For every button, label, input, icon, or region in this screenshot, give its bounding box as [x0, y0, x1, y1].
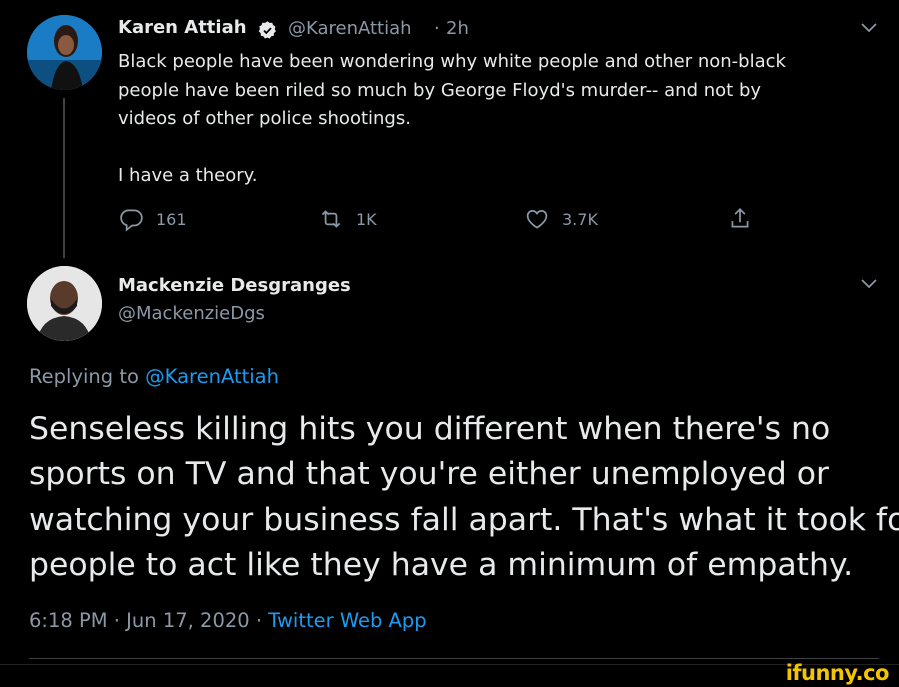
thread-connector — [63, 98, 65, 258]
reply-handle[interactable]: @MackenzieDgs — [118, 303, 265, 324]
ifunny-watermark-logo: ifunny.co — [785, 661, 890, 685]
chevron-down-icon[interactable] — [860, 22, 878, 34]
reply-action[interactable]: 161 — [118, 206, 187, 232]
mackenzie-avatar[interactable] — [27, 266, 102, 341]
retweet-icon — [321, 210, 341, 228]
share-icon — [731, 208, 749, 228]
reply-author-name[interactable]: Mackenzie Desgranges — [118, 275, 351, 296]
tweet-thread: Karen Attiah @KarenAttiah · 2h Black peo… — [0, 0, 899, 664]
like-action[interactable]: 3.7K — [524, 206, 598, 232]
replying-to-link[interactable]: @KarenAttiah — [145, 365, 279, 388]
reply-count: 161 — [156, 209, 187, 229]
heart-icon — [526, 210, 548, 229]
portrait-icon — [27, 15, 102, 90]
karen-avatar[interactable] — [27, 15, 102, 90]
tweet-text: Black people have been wondering why whi… — [118, 48, 786, 191]
share-action[interactable] — [727, 206, 753, 232]
reply-text-line: people to act like they have a minimum o… — [29, 547, 854, 584]
reply-text: Senseless killing hits you different whe… — [29, 407, 899, 589]
reply-text-line: sports on TV and that you're either unem… — [29, 456, 829, 493]
reply-source-link[interactable]: Twitter Web App — [268, 609, 426, 632]
tweet-text-line: Black people have been wondering why whi… — [118, 51, 786, 72]
reply-text-line: watching your business fall apart. That'… — [29, 501, 899, 538]
reply-icon — [120, 209, 143, 232]
tweet-text-line: videos of other police shootings. — [118, 108, 411, 129]
like-count: 3.7K — [562, 209, 598, 229]
retweet-count: 1K — [356, 209, 377, 229]
tweet-author-name[interactable]: Karen Attiah — [118, 17, 247, 38]
portrait-icon — [27, 266, 102, 341]
tweet-text-line: I have a theory. — [118, 165, 258, 186]
tweet-separator: · — [434, 18, 440, 39]
replying-to-prefix: Replying to — [29, 365, 139, 388]
tweet-text-line: people have been riled so much by George… — [118, 79, 762, 101]
verified-badge-icon — [258, 21, 276, 39]
retweet-action[interactable]: 1K — [318, 206, 377, 232]
tweet-time[interactable]: 2h — [446, 18, 469, 39]
tweet-text-line — [118, 134, 786, 163]
reply-timestamp[interactable]: 6:18 PM · Jun 17, 2020 · — [29, 609, 262, 632]
watermark-bar — [0, 664, 899, 687]
replying-to: Replying to @KarenAttiah — [29, 365, 279, 388]
tweet-handle[interactable]: @KarenAttiah — [288, 18, 412, 39]
chevron-down-icon[interactable] — [860, 278, 878, 290]
reply-text-line: Senseless killing hits you different whe… — [29, 411, 831, 447]
reply-meta: 6:18 PM · Jun 17, 2020 · Twitter Web App — [29, 609, 427, 632]
divider — [29, 658, 879, 659]
